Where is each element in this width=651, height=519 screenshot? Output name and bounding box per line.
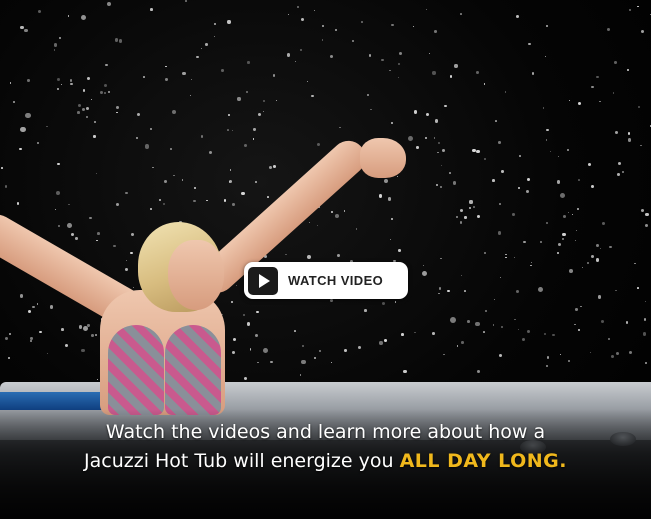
- caption-line-2: Jacuzzi Hot Tub will energize you ALL DA…: [0, 447, 651, 476]
- woman-face: [168, 240, 224, 310]
- caption-highlight: ALL DAY LONG: [399, 450, 560, 472]
- caption-suffix: .: [559, 450, 567, 472]
- watch-video-button[interactable]: WATCH VIDEO: [244, 262, 408, 299]
- hero-banner: WATCH VIDEO Watch the videos and learn m…: [0, 0, 651, 519]
- caption-line-1: Watch the videos and learn more about ho…: [105, 421, 546, 443]
- caption-line-2-text: Jacuzzi Hot Tub will energize you: [84, 450, 400, 472]
- watch-video-label: WATCH VIDEO: [288, 273, 384, 288]
- play-icon: [248, 266, 278, 295]
- hero-caption: Watch the videos and learn more about ho…: [0, 418, 651, 476]
- bikini-top-right: [165, 325, 221, 415]
- woman-right-hand: [360, 138, 406, 178]
- bikini-top-left: [108, 325, 164, 415]
